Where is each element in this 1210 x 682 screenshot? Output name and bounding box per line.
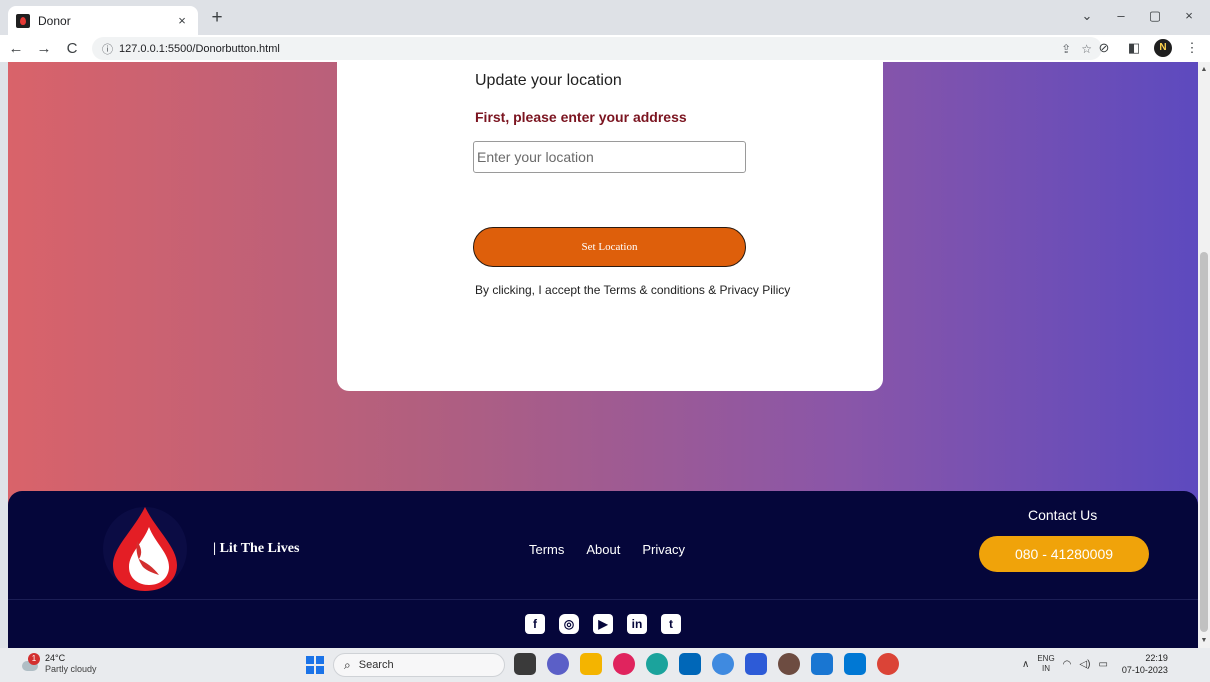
scroll-thumb[interactable]	[1200, 252, 1208, 632]
windows-taskbar: 1 24°C Partly cloudy ⌕ Search ∧ ENG IN ◠…	[0, 648, 1210, 682]
browser-tabstrip: Donor × + ⌄ – ▢ ×	[0, 0, 1210, 35]
new-tab-button[interactable]: +	[206, 7, 228, 29]
lang-top: ENG	[1037, 654, 1055, 663]
twitter-icon[interactable]: t	[661, 614, 681, 634]
reload-button[interactable]: C	[60, 37, 84, 61]
footer-divider	[8, 599, 1198, 600]
weather-temp: 24°C	[45, 653, 66, 663]
bookmark-star-icon[interactable]: ☆	[1081, 42, 1092, 56]
weather-condition: Partly cloudy	[45, 664, 97, 674]
taskbar-search[interactable]: ⌕ Search	[333, 653, 505, 677]
facebook-icon[interactable]: f	[525, 614, 545, 634]
lang-bottom: IN	[1042, 664, 1050, 673]
page-viewport: Update your location First, please enter…	[8, 62, 1198, 648]
file-explorer-icon[interactable]	[580, 653, 602, 675]
contact-us-label: Contact Us	[1028, 507, 1098, 523]
phone-button[interactable]: 080 - 41280009	[979, 536, 1149, 572]
chrome-icon[interactable]	[877, 653, 899, 675]
photos-icon[interactable]	[811, 653, 833, 675]
tab-search-dropdown-icon[interactable]: ⌄	[1072, 4, 1102, 28]
browser-toolbar: ← → C ⓘ 127.0.0.1:5500/Donorbutton.html …	[0, 35, 1210, 62]
teams-chat-icon[interactable]	[547, 653, 569, 675]
back-button[interactable]: ←	[4, 37, 28, 61]
system-tray: ∧ ENG IN ◠ ◁) ▭ 22:19 07-10-2023	[1022, 652, 1168, 676]
address-url[interactable]: 127.0.0.1:5500/Donorbutton.html	[119, 43, 1061, 55]
extensions-icon[interactable]: ⊘	[1094, 38, 1114, 58]
page-scrollbar[interactable]: ▲ ▼	[1198, 62, 1210, 648]
browser-tab[interactable]: Donor ×	[8, 6, 198, 35]
side-panel-icon[interactable]: ◧	[1124, 38, 1144, 58]
footer-links: Terms About Privacy	[529, 542, 685, 557]
search-icon: ⌕	[344, 657, 351, 672]
footer-link-privacy[interactable]: Privacy	[642, 542, 685, 557]
minimize-button[interactable]: –	[1106, 4, 1136, 28]
notification-badge: 1	[28, 653, 40, 665]
brand-name: | Lit The Lives	[213, 541, 300, 556]
address-bar[interactable]: ⓘ 127.0.0.1:5500/Donorbutton.html ⇪ ☆	[92, 37, 1102, 60]
blood-drop-logo-icon	[103, 507, 187, 591]
forward-button[interactable]: →	[32, 37, 56, 61]
vscode-icon[interactable]	[844, 653, 866, 675]
search-label: Search	[358, 659, 394, 671]
language-indicator[interactable]: ENG IN	[1037, 654, 1054, 674]
close-window-button[interactable]: ×	[1174, 4, 1204, 28]
clock-date: 07-10-2023	[1121, 665, 1168, 675]
social-links: f ◎ ▶ in t	[525, 614, 681, 634]
taskbar-clock[interactable]: 22:19 07-10-2023	[1122, 652, 1168, 676]
cloud-icon: 1	[20, 653, 40, 673]
location-input[interactable]	[473, 141, 746, 173]
profile-avatar[interactable]: N	[1154, 39, 1172, 57]
share-icon[interactable]: ⇪	[1061, 42, 1071, 56]
taskbar-apps	[514, 653, 899, 675]
tab-title: Donor	[38, 13, 71, 28]
footer-link-terms[interactable]: Terms	[529, 542, 564, 557]
show-hidden-icons-chevron-icon[interactable]: ∧	[1022, 659, 1029, 670]
volume-icon[interactable]: ◁)	[1079, 659, 1090, 670]
close-tab-icon[interactable]: ×	[174, 13, 190, 28]
set-location-button[interactable]: Set Location	[473, 227, 746, 267]
microsoft-store-icon[interactable]	[679, 653, 701, 675]
app-icon-p[interactable]	[745, 653, 767, 675]
linkedin-icon[interactable]: in	[627, 614, 647, 634]
restore-button[interactable]: ▢	[1140, 4, 1170, 28]
wifi-icon[interactable]: ◠	[1063, 659, 1072, 670]
terms-accept-text: By clicking, I accept the Terms & condit…	[475, 283, 791, 297]
edge-icon[interactable]	[646, 653, 668, 675]
app-icon-brown[interactable]	[778, 653, 800, 675]
footer-link-about[interactable]: About	[586, 542, 620, 557]
weather-text: 24°C Partly cloudy	[45, 653, 97, 675]
instagram-icon[interactable]: ◎	[559, 614, 579, 634]
battery-icon[interactable]: ▭	[1098, 659, 1107, 670]
scroll-up-arrow-icon[interactable]: ▲	[1198, 66, 1210, 73]
window-controls: ⌄ – ▢ ×	[1072, 4, 1204, 28]
weather-widget[interactable]: 1 24°C Partly cloudy	[20, 653, 97, 675]
task-view-icon[interactable]	[514, 653, 536, 675]
youtube-icon[interactable]: ▶	[593, 614, 613, 634]
blood-drop-favicon-icon	[16, 13, 30, 28]
browser-app-icon[interactable]	[613, 653, 635, 675]
site-info-icon[interactable]: ⓘ	[102, 41, 113, 57]
location-card: Update your location First, please enter…	[337, 62, 883, 391]
windows-start-icon[interactable]	[306, 656, 324, 674]
site-footer: | Lit The Lives Terms About Privacy Cont…	[8, 491, 1198, 648]
app-icon-blue[interactable]	[712, 653, 734, 675]
card-title: Update your location	[475, 72, 622, 89]
toolbar-right: ⊘ ◧ N ⋮	[1094, 38, 1202, 58]
scroll-down-arrow-icon[interactable]: ▼	[1198, 637, 1210, 644]
clock-time: 22:19	[1145, 653, 1168, 663]
card-subtitle: First, please enter your address	[475, 109, 687, 125]
more-menu-icon[interactable]: ⋮	[1182, 38, 1202, 58]
